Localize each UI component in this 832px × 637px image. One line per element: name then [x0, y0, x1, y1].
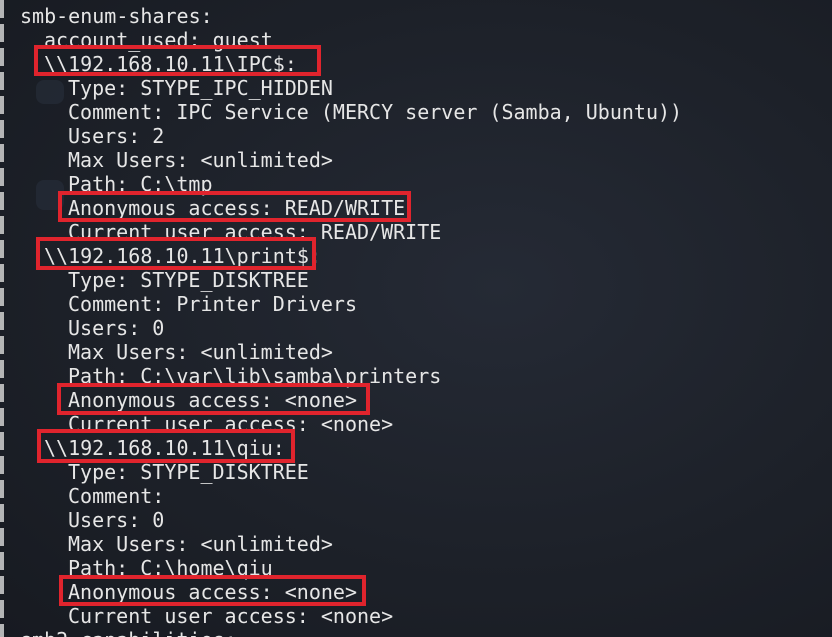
terminal-window[interactable]: smb-enum-shares: account_used: guest \\1…	[0, 0, 832, 637]
output-line: Type: STYPE_IPC_HIDDEN	[68, 76, 333, 100]
output-line: smb2-capabilities:	[20, 628, 237, 637]
ipc-anonymous-access: Anonymous access: READ/WRITE	[68, 196, 406, 220]
output-line: Max Users: <unlimited>	[68, 340, 333, 364]
output-line: Comment: IPC Service (MERCY server (Samb…	[68, 100, 683, 124]
output-line: Users: 0	[68, 316, 165, 340]
qiu-anonymous-access: Anonymous access: <none>	[68, 580, 357, 604]
output-line: Current user access: <none>	[68, 604, 394, 628]
output-line: account_used: guest	[44, 28, 273, 52]
output-line: Comment: Printer Drivers	[68, 292, 357, 316]
output-line: Max Users: <unlimited>	[68, 148, 333, 172]
home-icon	[36, 80, 64, 104]
output-line: Type: STYPE_DISKTREE	[68, 460, 309, 484]
output-line: Type: STYPE_DISKTREE	[68, 268, 309, 292]
output-line: Users: 0	[68, 508, 165, 532]
share-qiu-header: \\192.168.10.11\qiu:	[44, 436, 285, 460]
desktop-icon	[36, 180, 64, 210]
output-line: Max Users: <unlimited>	[68, 532, 333, 556]
output-line: smb-enum-shares:	[20, 4, 213, 28]
output-line: Comment:	[68, 484, 165, 508]
share-print-header: \\192.168.10.11\print$:	[44, 244, 321, 268]
output-line: Users: 2	[68, 124, 165, 148]
print-anonymous-access: Anonymous access: <none>	[68, 388, 357, 412]
share-ipc-header: \\192.168.10.11\IPC$:	[44, 52, 297, 76]
output-line: Path: C:\tmp	[68, 172, 213, 196]
output-line: Current user access: <none>	[68, 412, 394, 436]
output-line: Path: C:\var\lib\samba\printers	[68, 364, 442, 388]
line-gutter	[0, 0, 4, 637]
output-line: Current user access: READ/WRITE	[68, 220, 442, 244]
output-line: Path: C:\home\qiu	[68, 556, 273, 580]
